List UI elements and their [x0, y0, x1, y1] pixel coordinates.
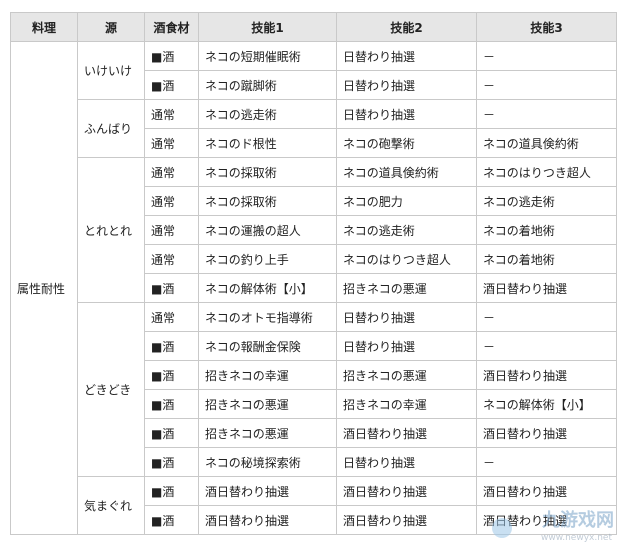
skill3-cell: ネコの着地術	[476, 215, 617, 245]
skill2-cell: ネコのはりつき超人	[336, 244, 477, 274]
ingredient-cell: 通常	[144, 157, 199, 187]
skill2-cell: 招きネコの悪運	[336, 360, 477, 390]
source-cell: 気まぐれ	[77, 476, 145, 535]
ingredient-cell: 通常	[144, 302, 199, 332]
skill3-cell: 酒日替わり抽選	[476, 273, 617, 303]
table-row: どきどき 通常 ネコのオトモ指導術 日替わり抽選－	[11, 302, 617, 477]
ingredient-cell: ■酒	[144, 360, 199, 390]
skill3-cell: ネコの逃走術	[476, 186, 617, 216]
skill2-cell: ネコの砲撃術	[336, 128, 477, 158]
skill1-cell: ネコの採取術	[198, 157, 337, 187]
skill1-cell: ネコの釣り上手	[198, 244, 337, 274]
logo-icon	[492, 518, 512, 538]
skill2-cell: 招きネコの悪運	[336, 273, 477, 303]
skill1-cell: ネコの逃走術	[198, 99, 337, 129]
skill2-cell: 日替わり抽選	[336, 331, 477, 361]
header-cell: 料理	[10, 12, 78, 42]
skill2-cell: 酒日替わり抽選	[336, 505, 477, 535]
skill3-cell: ネコの道具倹約術	[476, 128, 617, 158]
skill1-cell: ネコの短期催眠術	[198, 41, 337, 71]
skill2-cell: 招きネコの幸運	[336, 389, 477, 419]
source-cell: どきどき	[77, 302, 145, 477]
skill1-cell: ネコのオトモ指導術	[198, 302, 337, 332]
table-row: とれとれ 通常 ネコの採取術 ネコの道具倹約術 ネコのはりつき超人	[11, 157, 617, 303]
ingredient-cell: 通常	[144, 244, 199, 274]
skill1-cell: ネコの運搬の超人	[198, 215, 337, 245]
ingredient-cell: ■酒	[144, 273, 199, 303]
table-row: 属性耐性 いけいけ ■酒 ネコの短期催眠術 日替わり抽選－	[10, 41, 617, 535]
ingredient-cell: ■酒	[144, 389, 199, 419]
skill2-cell: 日替わり抽選	[336, 41, 477, 71]
skill2-cell: 日替わり抽選	[336, 447, 477, 477]
skill3-cell: －	[476, 41, 617, 71]
skill2-cell: 日替わり抽選	[336, 302, 477, 332]
header-row: 料理 源 酒食材 技能1 技能2 技能3	[10, 12, 617, 42]
skill2-cell: ネコの逃走術	[336, 215, 477, 245]
table-body: 属性耐性 いけいけ ■酒 ネコの短期催眠術 日替わり抽選－ ■酒 ネコの蹴脚術 日替わり抽選－…	[10, 41, 617, 535]
skill1-cell: 招きネコの悪運	[198, 389, 337, 419]
ingredient-cell: 通常	[144, 186, 199, 216]
skill-table: 料理 源 酒食材 技能1 技能2 技能3 属性耐性 いけいけ ■酒 ネコの短期催眠術日…	[10, 12, 617, 535]
skill1-cell: ネコの秘境探索術	[198, 447, 337, 477]
source-cell: いけいけ	[77, 41, 145, 100]
header-cell: 技能2	[336, 12, 477, 42]
skill1-cell: ネコの報酬金保険	[198, 331, 337, 361]
skill3-cell: －	[476, 70, 617, 100]
ingredient-cell: ■酒	[144, 505, 199, 535]
skill2-cell: ネコの道具倹約術	[336, 157, 477, 187]
source-cell: とれとれ	[77, 157, 145, 303]
dish-type-cell: 属性耐性	[10, 41, 78, 535]
skill1-cell: ネコの採取術	[198, 186, 337, 216]
skill2-cell: 酒日替わり抽選	[336, 418, 477, 448]
watermark-url: www.newyx.net	[540, 533, 612, 543]
skill3-cell: ネコのはりつき超人	[476, 157, 617, 187]
skill1-cell: 招きネコの悪運	[198, 418, 337, 448]
ingredient-cell: ■酒	[144, 41, 199, 71]
header-cell: 技能3	[476, 12, 617, 42]
skill3-cell: －	[476, 331, 617, 361]
skill2-cell: 日替わり抽選	[336, 70, 477, 100]
ingredient-cell: ■酒	[144, 476, 199, 506]
ingredient-cell: ■酒	[144, 418, 199, 448]
skill3-cell: －	[476, 447, 617, 477]
ingredient-cell: 通常	[144, 215, 199, 245]
ingredient-cell: ■酒	[144, 447, 199, 477]
table-row: ふんばり 通常 ネコの逃走術 日替わり抽選－	[11, 99, 617, 158]
header-cell: 酒食材	[144, 12, 199, 42]
source-cell: ふんばり	[77, 99, 145, 158]
ingredient-cell: ■酒	[144, 70, 199, 100]
ingredient-cell: 通常	[144, 99, 199, 129]
skill3-cell: －	[476, 302, 617, 332]
skill1-cell: 招きネコの幸運	[198, 360, 337, 390]
skill2-cell: 酒日替わり抽選	[336, 476, 477, 506]
header-cell: 源	[77, 12, 145, 42]
header-cell: 技能1	[198, 12, 337, 42]
watermark: 九游戏网 www.newyx.net	[474, 510, 624, 546]
skill3-cell: ネコの着地術	[476, 244, 617, 274]
skill1-cell: ネコの蹴脚術	[198, 70, 337, 100]
table-row: 気まぐれ ■酒 酒日替わり抽選 酒日替わり抽選 酒日替わり抽選	[11, 476, 617, 535]
skill1-cell: 酒日替わり抽選	[198, 505, 337, 535]
skill3-cell: －	[476, 99, 617, 129]
skill2-cell: 日替わり抽選	[336, 99, 477, 129]
skill3-cell: 酒日替わり抽選	[476, 476, 617, 506]
watermark-text: 九游戏网	[542, 510, 614, 531]
skill2-cell: ネコの肥力	[336, 186, 477, 216]
skill1-cell: ネコの解体術【小】	[198, 273, 337, 303]
skill3-cell: ネコの解体術【小】	[476, 389, 617, 419]
skill1-cell: ネコのド根性	[198, 128, 337, 158]
skill3-cell: 酒日替わり抽選	[476, 418, 617, 448]
ingredient-cell: 通常	[144, 128, 199, 158]
skill1-cell: 酒日替わり抽選	[198, 476, 337, 506]
skill3-cell: 酒日替わり抽選	[476, 360, 617, 390]
ingredient-cell: ■酒	[144, 331, 199, 361]
